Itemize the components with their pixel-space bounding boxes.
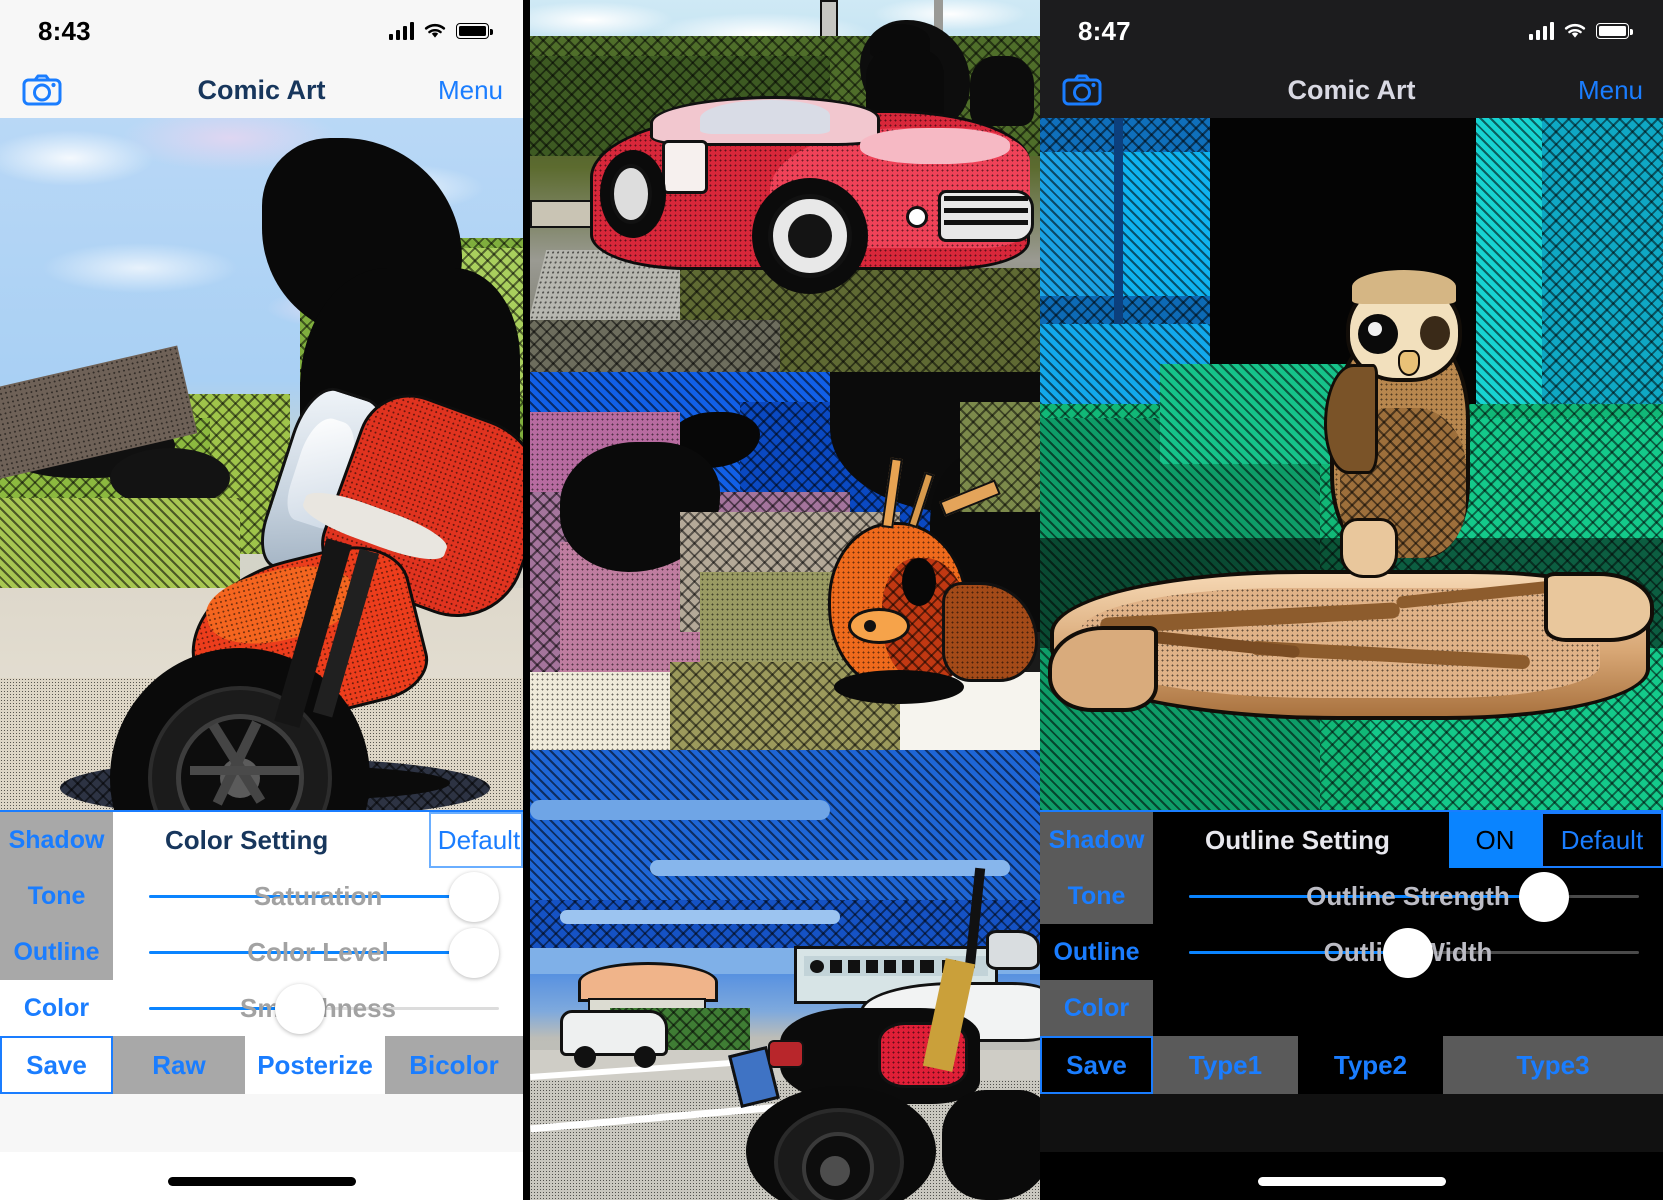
settings-body: Shadow Tone Outline Color Outline Settin…	[1040, 812, 1663, 1036]
battery-full-icon	[1596, 23, 1633, 39]
default-button[interactable]: Default	[429, 812, 523, 868]
slider-knob[interactable]	[449, 928, 499, 978]
slider-knob[interactable]	[1519, 872, 1569, 922]
slider-track[interactable]	[149, 951, 499, 954]
type1-button[interactable]: Type1	[1153, 1036, 1298, 1094]
camera-icon[interactable]	[22, 74, 62, 106]
photo-motorcycle-seaside[interactable]	[530, 750, 1040, 1200]
phone-screenshot-middle	[523, 0, 1040, 1200]
type3-button[interactable]: Type3	[1443, 1036, 1663, 1094]
slider-saturation[interactable]: Saturation	[113, 868, 523, 924]
slider-track[interactable]	[1189, 895, 1639, 898]
photo-canvas-owl[interactable]	[1040, 118, 1663, 810]
nav-bar: Comic Art Menu	[1040, 62, 1663, 118]
camera-icon[interactable]	[1062, 74, 1102, 106]
type2-button[interactable]: Type2	[1298, 1036, 1443, 1094]
outline-on-toggle[interactable]: ON	[1449, 812, 1541, 868]
photo-aquarium-fish[interactable]	[530, 372, 1040, 750]
menu-button[interactable]: Menu	[1578, 75, 1643, 106]
save-button[interactable]: Save	[1040, 1036, 1153, 1094]
posterize-button[interactable]: Posterize	[245, 1036, 385, 1094]
status-bar: 8:47	[1040, 0, 1663, 62]
tab-tone[interactable]: Tone	[0, 868, 113, 924]
phone-screenshot-right: 8:47 Comic Art Menu Shadow Tone Outline …	[1040, 0, 1663, 1200]
cellular-signal-icon	[1528, 22, 1554, 40]
status-bar-icons	[388, 22, 493, 40]
home-indicator[interactable]	[1257, 1177, 1446, 1186]
status-bar-clock: 8:47	[1078, 15, 1131, 46]
phone-screenshot-left: 8:43 Comic Art Menu Shadow Tone Outline …	[0, 0, 523, 1200]
settings-body: Shadow Tone Outline Color Color Setting …	[0, 812, 523, 1036]
settings-heading: Outline Setting	[1205, 824, 1390, 855]
menu-button[interactable]: Menu	[438, 75, 503, 106]
battery-full-icon	[456, 23, 493, 39]
tab-outline[interactable]: Outline	[0, 924, 113, 980]
slider-knob[interactable]	[1383, 928, 1433, 978]
slider-outline-strength[interactable]: Outline Strength	[1153, 868, 1663, 924]
status-bar-icons	[1528, 22, 1633, 40]
settings-header: Color Setting Default	[113, 812, 523, 868]
settings-main: Outline Setting ON Default Outline Stren…	[1153, 812, 1663, 1036]
mode-button-row: Save Raw Posterize Bicolor	[0, 1036, 523, 1094]
home-indicator-area	[0, 1152, 523, 1200]
slider-smoothness[interactable]: Smoothness	[113, 980, 523, 1036]
mode-button-row: Save Type1 Type2 Type3	[1040, 1036, 1663, 1094]
save-button[interactable]: Save	[0, 1036, 113, 1094]
slider-knob[interactable]	[449, 872, 499, 922]
default-button[interactable]: Default	[1541, 812, 1663, 868]
wifi-icon	[1564, 23, 1586, 38]
color-setting-panel: Shadow Tone Outline Color Color Setting …	[0, 810, 523, 1094]
status-bar-clock: 8:43	[38, 15, 91, 46]
slider-knob[interactable]	[275, 984, 325, 1034]
cellular-signal-icon	[388, 22, 414, 40]
home-indicator[interactable]	[167, 1177, 356, 1186]
photo-red-sports-car[interactable]	[530, 0, 1040, 372]
settings-heading: Color Setting	[165, 824, 329, 855]
page-title: Comic Art	[1287, 74, 1416, 105]
wifi-icon	[424, 23, 446, 38]
bicolor-button[interactable]: Bicolor	[385, 1036, 523, 1094]
three-phone-screenshots: 8:43 Comic Art Menu Shadow Tone Outline …	[0, 0, 1663, 1200]
tab-tone[interactable]: Tone	[1040, 868, 1153, 924]
tab-shadow[interactable]: Shadow	[0, 812, 113, 868]
raw-button[interactable]: Raw	[113, 1036, 245, 1094]
tab-outline[interactable]: Outline	[1040, 924, 1153, 980]
slider-color-level[interactable]: Color Level	[113, 924, 523, 980]
status-bar: 8:43	[0, 0, 523, 62]
setting-category-tabs: Shadow Tone Outline Color	[1040, 812, 1153, 1036]
settings-main: Color Setting Default Saturation Color L…	[113, 812, 523, 1036]
outline-setting-panel: Shadow Tone Outline Color Outline Settin…	[1040, 810, 1663, 1094]
slider-spacer	[1153, 980, 1663, 1036]
nav-bar: Comic Art Menu	[0, 62, 523, 118]
photo-canvas-motorcycle[interactable]	[0, 118, 523, 810]
home-indicator-area	[1040, 1152, 1663, 1200]
slider-track[interactable]	[149, 895, 499, 898]
setting-category-tabs: Shadow Tone Outline Color	[0, 812, 113, 1036]
tab-shadow[interactable]: Shadow	[1040, 812, 1153, 868]
settings-header: Outline Setting ON Default	[1153, 812, 1663, 868]
tab-color[interactable]: Color	[1040, 980, 1153, 1036]
tab-color[interactable]: Color	[0, 980, 113, 1036]
slider-outline-width[interactable]: Outline Width	[1153, 924, 1663, 980]
